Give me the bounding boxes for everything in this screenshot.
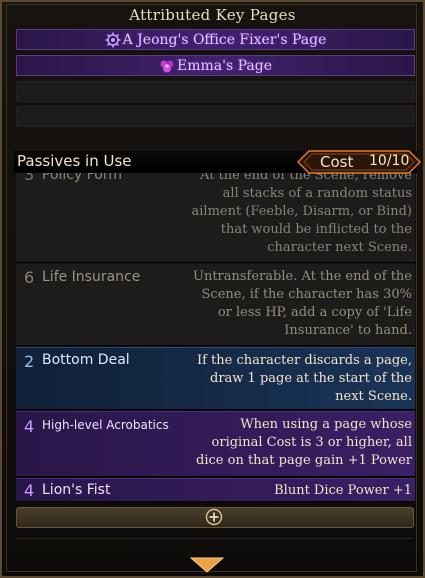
plus-circle-icon bbox=[205, 508, 223, 526]
key-page-slot-4[interactable] bbox=[16, 106, 415, 127]
passive-cost: 4 bbox=[24, 481, 35, 500]
divider bbox=[16, 538, 414, 539]
passive-description: At the end of the Scene, remove all stac… bbox=[191, 168, 412, 255]
passive-item-high-level-acrobatics[interactable]: 4 High-level Acrobatics When using a pag… bbox=[16, 411, 415, 477]
key-page-slot-1[interactable]: A Jeong's Office Fixer's Page bbox=[16, 29, 415, 50]
passive-name: Lion's Fist bbox=[42, 482, 111, 498]
passive-item-policy-form[interactable]: 3 Policy Form At the end of the Scene, r… bbox=[16, 165, 415, 263]
passive-description: If the character discards a page, draw 1… bbox=[196, 353, 412, 404]
passive-description: Untransferable. At the end of the Scene,… bbox=[193, 269, 412, 338]
cost-label: Cost bbox=[320, 153, 354, 171]
passive-name: High-level Acrobatics bbox=[42, 418, 169, 432]
passive-item-lions-fist[interactable]: 4 Lion's Fist Blunt Dice Power +1 bbox=[16, 478, 415, 502]
passive-description: Blunt Dice Power +1 bbox=[274, 483, 412, 498]
section-title: Attributed Key Pages bbox=[129, 6, 296, 24]
passive-cost: 2 bbox=[24, 352, 35, 371]
key-page-label: Emma's Page bbox=[177, 57, 272, 74]
purple-gear-emblem-icon bbox=[105, 32, 121, 47]
chevron-down-icon[interactable] bbox=[190, 557, 224, 573]
key-page-slot-2[interactable]: Emma's Page bbox=[16, 55, 415, 76]
passive-item-bottom-deal[interactable]: 2 Bottom Deal If the character discards … bbox=[16, 347, 415, 410]
passive-name: Bottom Deal bbox=[42, 352, 130, 368]
cost-value: 10/10 bbox=[369, 153, 410, 169]
purple-flower-emblem-icon bbox=[160, 60, 174, 72]
key-page-label: A Jeong's Office Fixer's Page bbox=[122, 31, 327, 48]
passive-cost: 4 bbox=[24, 417, 35, 436]
passive-description: When using a page whose original Cost is… bbox=[196, 417, 412, 468]
passive-name: Life Insurance bbox=[42, 269, 141, 285]
passives-section-title: Passives in Use bbox=[17, 152, 132, 170]
key-page-slot-3[interactable] bbox=[16, 81, 415, 102]
passive-cost: 6 bbox=[24, 268, 35, 287]
passive-item-life-insurance[interactable]: 6 Life Insurance Untransferable. At the … bbox=[16, 264, 415, 346]
